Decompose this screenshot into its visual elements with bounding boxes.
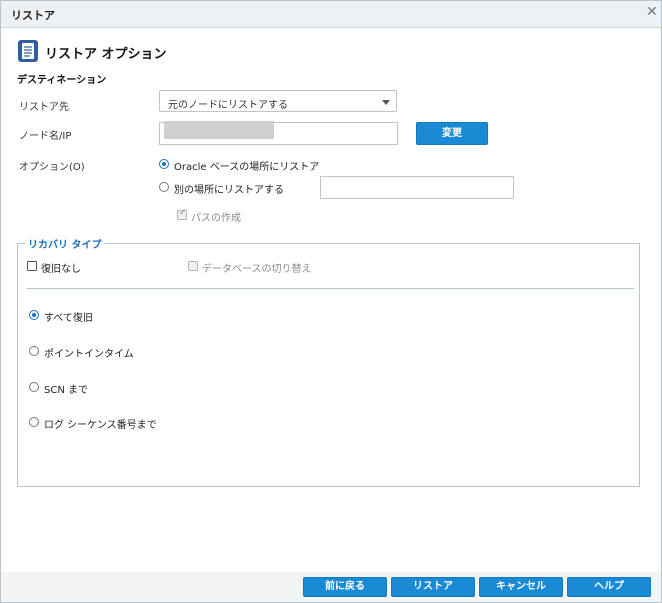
back-button[interactable]: 前に戻る — [303, 577, 387, 597]
radio-until-log-sequence[interactable] — [29, 417, 39, 427]
destination-section-label: デスティネーション — [17, 75, 107, 86]
recovery-divider — [27, 288, 634, 289]
help-button[interactable]: ヘルプ — [567, 577, 651, 597]
radio-until-log-sequence-label[interactable]: ログ シーケンス番号まで — [44, 416, 157, 431]
create-path-label: パスの作成 — [191, 213, 241, 224]
restore-button[interactable]: リストア — [391, 577, 475, 597]
recovery-type-group — [17, 243, 640, 487]
recovery-type-legend: リカバリ タイプ — [25, 236, 105, 251]
restore-dialog: リストア ✕ リストア オプション デスティネーション リストア先 元のノードに… — [0, 0, 662, 603]
cancel-button[interactable]: キャンセル — [479, 577, 563, 597]
node-label: ノード名/IP — [19, 131, 72, 142]
radio-until-scn[interactable] — [29, 382, 39, 392]
radio-recover-all[interactable] — [29, 310, 39, 320]
chevron-down-icon — [382, 100, 390, 105]
restore-to-select[interactable]: 元のノードにリストアする — [159, 90, 397, 112]
radio-point-in-time-label[interactable]: ポイントインタイム — [44, 345, 134, 360]
node-name-field[interactable] — [159, 121, 398, 145]
radio-point-in-time[interactable] — [29, 346, 39, 356]
radio-until-scn-label[interactable]: SCN まで — [44, 381, 88, 396]
redacted-node-name — [164, 121, 274, 139]
alternate-location-field[interactable] — [320, 176, 514, 199]
radio-recover-all-label[interactable]: すべて復旧 — [44, 309, 93, 324]
no-recovery-label: 復旧なし — [41, 264, 81, 275]
restore-to-label: リストア先 — [19, 102, 69, 113]
create-path-checkbox[interactable] — [177, 208, 187, 220]
options-label: オプション(O) — [19, 162, 85, 173]
no-recovery-checkbox[interactable] — [27, 261, 37, 271]
radio-alternate-location-label[interactable]: 別の場所にリストアする — [174, 181, 284, 196]
switch-database-checkbox[interactable] — [188, 261, 198, 271]
window-title: リストア — [11, 9, 55, 22]
close-icon[interactable]: ✕ — [646, 4, 658, 20]
radio-alternate-location[interactable] — [159, 182, 169, 192]
restore-to-value: 元のノードにリストアする — [168, 100, 288, 111]
title-bar: リストア ✕ — [1, 1, 661, 28]
change-button[interactable]: 変更 — [416, 122, 488, 145]
radio-oracle-base-label[interactable]: Oracle ベースの場所にリストア — [174, 158, 319, 173]
switch-database-label: データベースの切り替え — [202, 264, 312, 275]
radio-oracle-base[interactable] — [159, 159, 169, 169]
document-icon — [17, 39, 39, 63]
page-title: リストア オプション — [45, 47, 167, 62]
